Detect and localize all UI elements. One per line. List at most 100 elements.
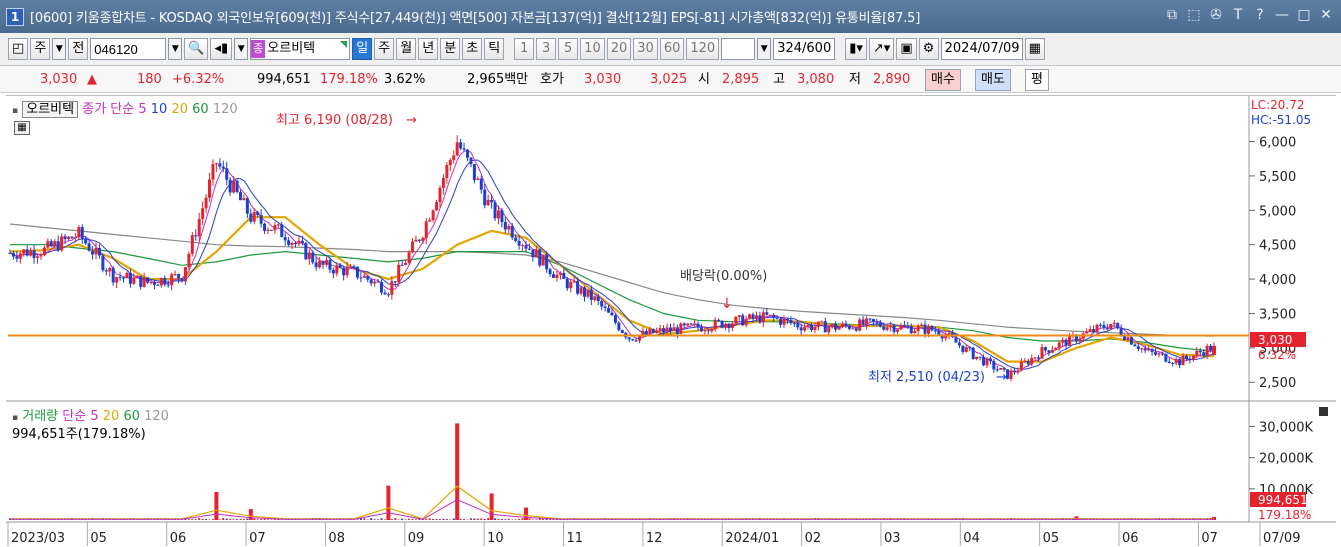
volume-bar (504, 519, 507, 520)
interval-dropdown-icon[interactable]: ▼ (757, 38, 772, 60)
candle-body (816, 321, 820, 327)
interval-30[interactable]: 30 (633, 38, 658, 60)
candle-body (177, 274, 181, 279)
period-tab-second[interactable]: 초 (462, 38, 483, 60)
period-tab-tick[interactable]: 틱 (484, 38, 505, 60)
layout-icon[interactable]: ◰ (8, 38, 29, 60)
ask-price: 3,030 (584, 72, 622, 87)
pin-icon[interactable]: ✇ (1207, 6, 1225, 24)
buy-button[interactable]: 매수 (925, 69, 961, 91)
interval-20[interactable]: 20 (606, 38, 632, 60)
average-button[interactable]: 평 (1025, 69, 1049, 91)
candle-body (1033, 357, 1037, 359)
chart-area[interactable]: ▪ 오르비텍 종가 단순 5 10 20 60 120 ▦ ▪ 거래량 단순 5… (6, 95, 1336, 547)
candle-body (758, 315, 762, 323)
change-amount: 180 (137, 72, 162, 87)
candle-body (713, 319, 717, 330)
stock-name-field[interactable]: 종 오르비텍 (250, 38, 351, 60)
sell-button[interactable]: 매도 (975, 69, 1011, 91)
candle-body (108, 268, 112, 272)
candle-body (810, 324, 814, 330)
candle-body (208, 179, 212, 198)
candle-body (1047, 350, 1051, 353)
code-dropdown-icon[interactable]: ▼ (168, 38, 183, 60)
candle-body (689, 323, 693, 325)
count-field[interactable]: 324 /600 (773, 38, 836, 60)
candle-body (964, 347, 968, 352)
panel-menu-icon[interactable] (1319, 407, 1328, 416)
calendar-icon[interactable]: ▦ (1024, 38, 1045, 60)
interval-1[interactable]: 1 (514, 38, 535, 60)
volume-spike-bar (524, 507, 528, 520)
candle-body (60, 236, 64, 251)
gear-icon[interactable]: ⚙ (918, 38, 939, 60)
candle-body (152, 281, 156, 285)
interval-120[interactable]: 120 (686, 38, 720, 60)
interval-60[interactable]: 60 (659, 38, 685, 60)
volume-bar (239, 518, 242, 520)
period-tab-day[interactable]: 일 (352, 38, 373, 60)
candle-body (968, 347, 972, 349)
chart-canvas[interactable]: 2,5003,0003,5004,0004,5005,0005,5006,000… (6, 96, 1336, 547)
ma120-line (9, 223, 1215, 337)
candle-body (369, 279, 373, 284)
speaker-dropdown-icon[interactable]: ▼ (234, 38, 249, 60)
candle-body (197, 218, 201, 237)
link-icon[interactable]: ⧉ (1163, 6, 1181, 24)
price-tick-label: 3,500 (1259, 307, 1296, 322)
interval-custom-input[interactable] (721, 38, 756, 60)
volume-bar (383, 519, 386, 520)
last-candle-body (1212, 345, 1216, 356)
candle-body (132, 277, 136, 284)
candle-body (892, 325, 896, 332)
period-tab-week[interactable]: 주 (374, 38, 395, 60)
speaker-icon[interactable]: ◂▮ (210, 38, 233, 60)
candle-body (431, 210, 435, 221)
candle-body (142, 277, 146, 287)
draw-tool-icon[interactable]: ↗▾ (868, 38, 895, 60)
candle-body (1154, 351, 1158, 355)
candle-body (445, 165, 449, 179)
interval-10[interactable]: 10 (580, 38, 605, 60)
title-bar: 1 [0600] 키움종합차트 - KOSDAQ 외국인보유[609(천)] 주… (0, 0, 1341, 33)
count-value: 324 (777, 41, 803, 56)
prev-button[interactable]: 전 (68, 38, 89, 60)
candle-body (696, 323, 700, 328)
candle-body (393, 281, 397, 283)
save-icon[interactable]: ▣ (896, 38, 917, 60)
period-tab-year[interactable]: 년 (418, 38, 439, 60)
interval-3[interactable]: 3 (536, 38, 557, 60)
volume-axis: 10,000K20,000K30,000K (1249, 420, 1313, 498)
candle-body (772, 314, 776, 318)
stock-code-input[interactable] (90, 38, 167, 60)
candle-body (1209, 345, 1213, 350)
candle-body (913, 330, 917, 334)
copy-window-icon[interactable]: ⬚ (1185, 6, 1203, 24)
candle-type-icon[interactable]: ▮▾ (845, 38, 867, 60)
candle-body (211, 164, 215, 180)
help-icon[interactable]: ? (1251, 6, 1269, 24)
search-icon[interactable]: 🔍 (184, 38, 209, 60)
candle-body (1178, 358, 1182, 366)
period-tab-minute[interactable]: 분 (440, 38, 461, 60)
candle-body (232, 180, 236, 193)
minimize-icon[interactable]: — (1273, 6, 1291, 24)
chevron-down-icon[interactable]: ▼ (52, 38, 67, 60)
market-select[interactable]: 주 (30, 38, 51, 60)
text-icon[interactable]: T (1229, 6, 1247, 24)
dividend-arrow-icon: ↓ (721, 296, 733, 312)
candle-body (156, 284, 160, 286)
candle-body (651, 328, 655, 333)
date-input[interactable]: 2024/07/09 (940, 38, 1023, 60)
close-icon[interactable]: ✕ (1317, 6, 1335, 24)
candle-body (166, 284, 170, 286)
candle-body (1012, 370, 1016, 372)
candle-body (459, 142, 463, 149)
maximize-icon[interactable]: □ (1295, 6, 1313, 24)
candle-body (287, 240, 291, 245)
period-tab-month[interactable]: 월 (396, 38, 417, 60)
candle-body (1184, 355, 1188, 359)
candle-body (417, 239, 421, 241)
candle-body (517, 240, 521, 246)
interval-5[interactable]: 5 (558, 38, 579, 60)
